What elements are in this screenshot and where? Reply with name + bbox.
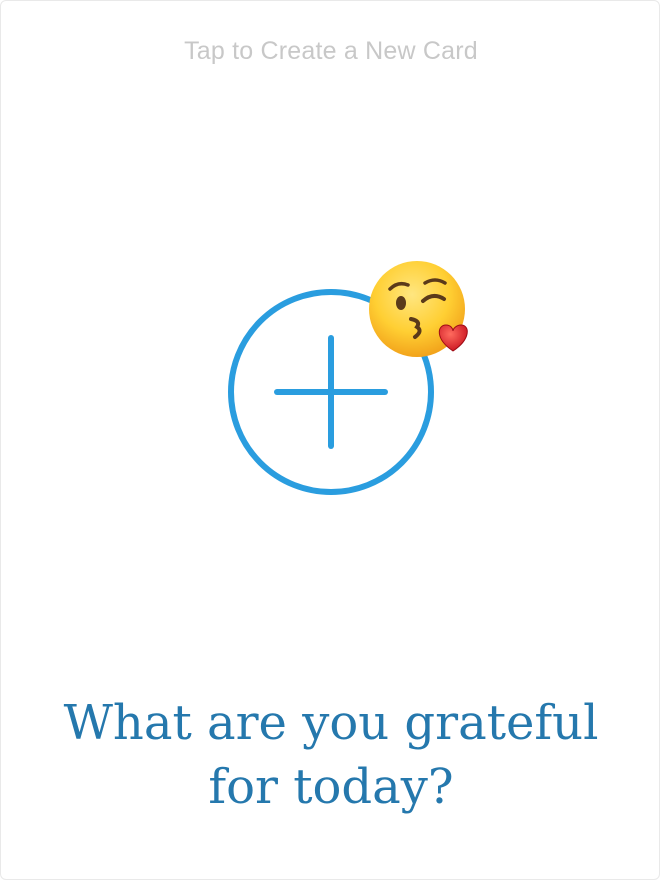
new-card-screen: Tap to Create a New Card What are you gr… <box>0 0 660 880</box>
prompt-line-1: What are you grateful <box>63 695 599 751</box>
face-blowing-kiss-icon <box>363 259 473 359</box>
create-card-hint: Tap to Create a New Card <box>184 37 478 65</box>
gratitude-prompt: What are you grateful for today? <box>41 691 621 819</box>
prompt-line-2: for today? <box>208 759 454 815</box>
